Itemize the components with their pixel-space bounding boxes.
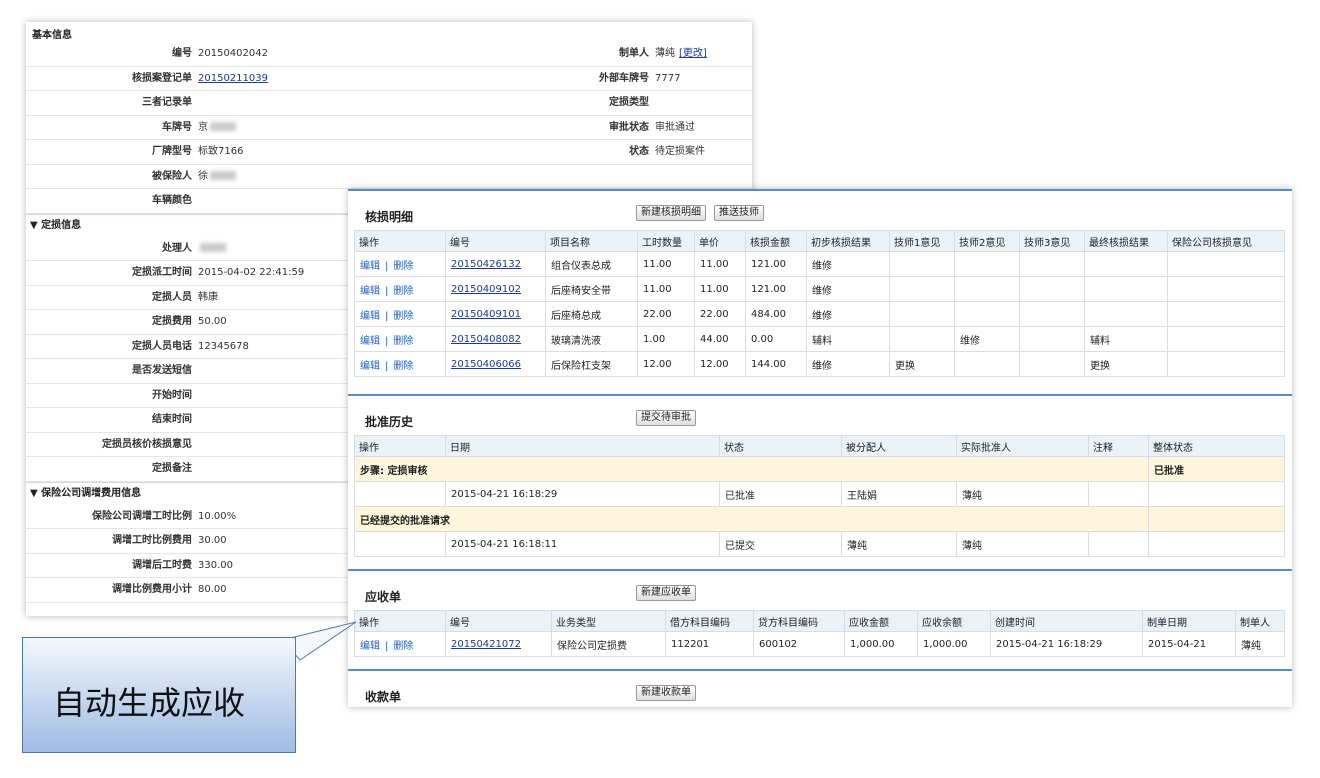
callout-box: 自动生成应收 [22, 637, 296, 753]
callout-text: 自动生成应收 [53, 684, 246, 722]
